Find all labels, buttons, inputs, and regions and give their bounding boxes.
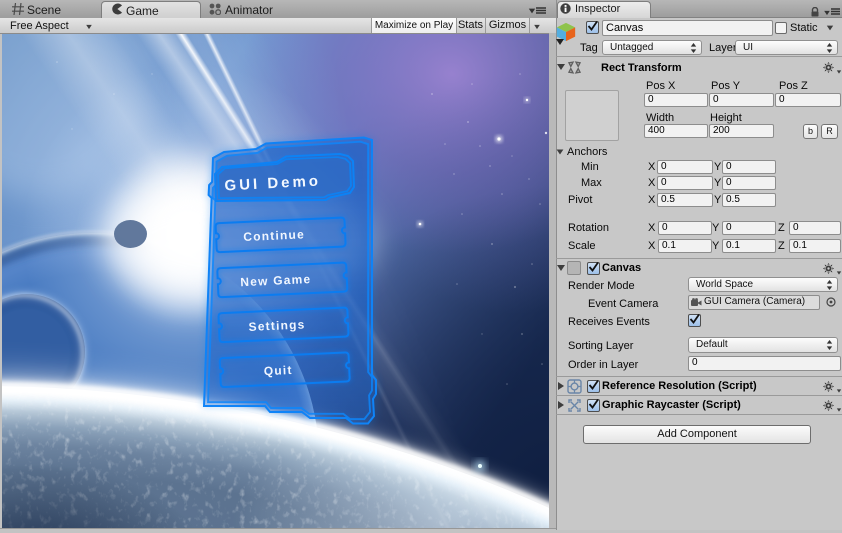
- svg-text:Continue: Continue: [243, 227, 305, 244]
- svg-text:Settings: Settings: [248, 317, 306, 334]
- svg-text:Quit: Quit: [264, 363, 293, 378]
